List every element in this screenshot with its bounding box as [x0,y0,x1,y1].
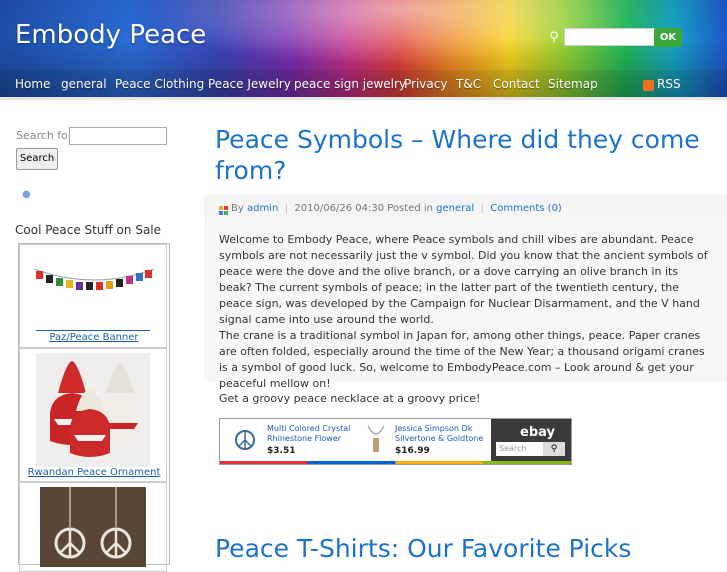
main-nav: Home general Peace Clothing Peace Jewelr… [0,70,727,97]
nav-contact[interactable]: Contact [493,77,540,91]
ebay-product-title[interactable]: Jessica Simpson Dk Silvertone & Goldtone [395,424,485,444]
ebay-widget: Multi Colored Crystal Rhinestone Flower … [219,418,572,465]
header-search-button[interactable]: OK [654,28,682,47]
sale-item[interactable]: Rwandan Peace Ornament [19,348,167,482]
post-paragraph: The crane is a traditional symbol in Jap… [219,329,705,390]
sidebar-search-button[interactable]: Search [16,148,58,170]
ebay-logo[interactable]: ebay [520,425,555,440]
header-divider [0,97,727,100]
sale-item[interactable]: Paz/Peace Banner [19,244,167,348]
sale-item[interactable] [19,482,167,572]
nav-sitemap[interactable]: Sitemap [548,77,598,91]
nav-tc[interactable]: T&C [456,77,481,91]
meta-by: By [231,203,244,214]
nav-general[interactable]: general [61,77,107,91]
search-icon: ⚲ [549,30,559,45]
peace-pendant-icon [235,430,255,450]
necklace-icon [367,425,385,452]
rss-icon[interactable] [643,80,654,91]
post-meta-icon [219,206,228,215]
ebay-search-button[interactable]: ⚲ [543,442,565,456]
meta-date: 2010/06/26 04:30 [294,203,385,214]
rss-link[interactable]: RSS [657,77,681,91]
post-title[interactable]: Peace Symbols – Where did they come from… [215,124,720,186]
next-post-title[interactable]: Peace T-Shirts: Our Favorite Picks [215,534,631,563]
rwandan-ornament-image [36,353,150,467]
sidebar-search-label: Search for: [16,129,76,142]
nav-privacy[interactable]: Privacy [404,77,447,91]
meta-category-link[interactable]: general [436,203,474,214]
site-title[interactable]: Embody Peace [15,20,206,50]
post-paragraph: Get a groovy peace necklace at a groovy … [219,392,481,405]
ebay-product-price: $16.99 [395,446,430,456]
header-search-input[interactable] [564,28,656,46]
nav-home[interactable]: Home [15,77,50,91]
meta-author-link[interactable]: admin [247,203,278,214]
sale-widget: Paz/Peace Banner Rwandan Peace Ornament [18,243,170,572]
site-header: Embody Peace ⚲ OK Home general Peace Clo… [0,0,727,97]
ebay-product-price: $3.51 [267,446,296,456]
sidebar-search-input[interactable] [69,127,167,145]
ebay-product-title[interactable]: Multi Colored Crystal Rhinestone Flower [267,424,357,444]
sidebar-heading: Cool Peace Stuff on Sale [15,223,162,237]
sale-item-link[interactable]: Rwandan Peace Ornament [20,467,168,478]
meta-posted-in: Posted in [387,203,433,214]
nav-peace-jewelry[interactable]: Peace Jewelry [208,77,291,91]
caption-underline [36,330,150,331]
peace-banner-image [34,268,154,290]
nav-peace-sign-jewelry[interactable]: peace sign jewelry [294,77,406,91]
peace-earrings-image [40,487,146,567]
meta-comments-link[interactable]: Comments (0) [490,203,562,214]
post-paragraph: Welcome to Embody Peace, where Peace sym… [219,233,708,326]
bullet-icon: ● [22,189,31,200]
nav-peace-clothing[interactable]: Peace Clothing [115,77,204,91]
post-meta: By admin | 2010/06/26 04:30 Posted in ge… [231,203,562,214]
sale-item-link[interactable]: Paz/Peace Banner [20,332,168,343]
ebay-color-bar [220,461,571,464]
ebay-search-input[interactable]: Search [496,442,545,456]
